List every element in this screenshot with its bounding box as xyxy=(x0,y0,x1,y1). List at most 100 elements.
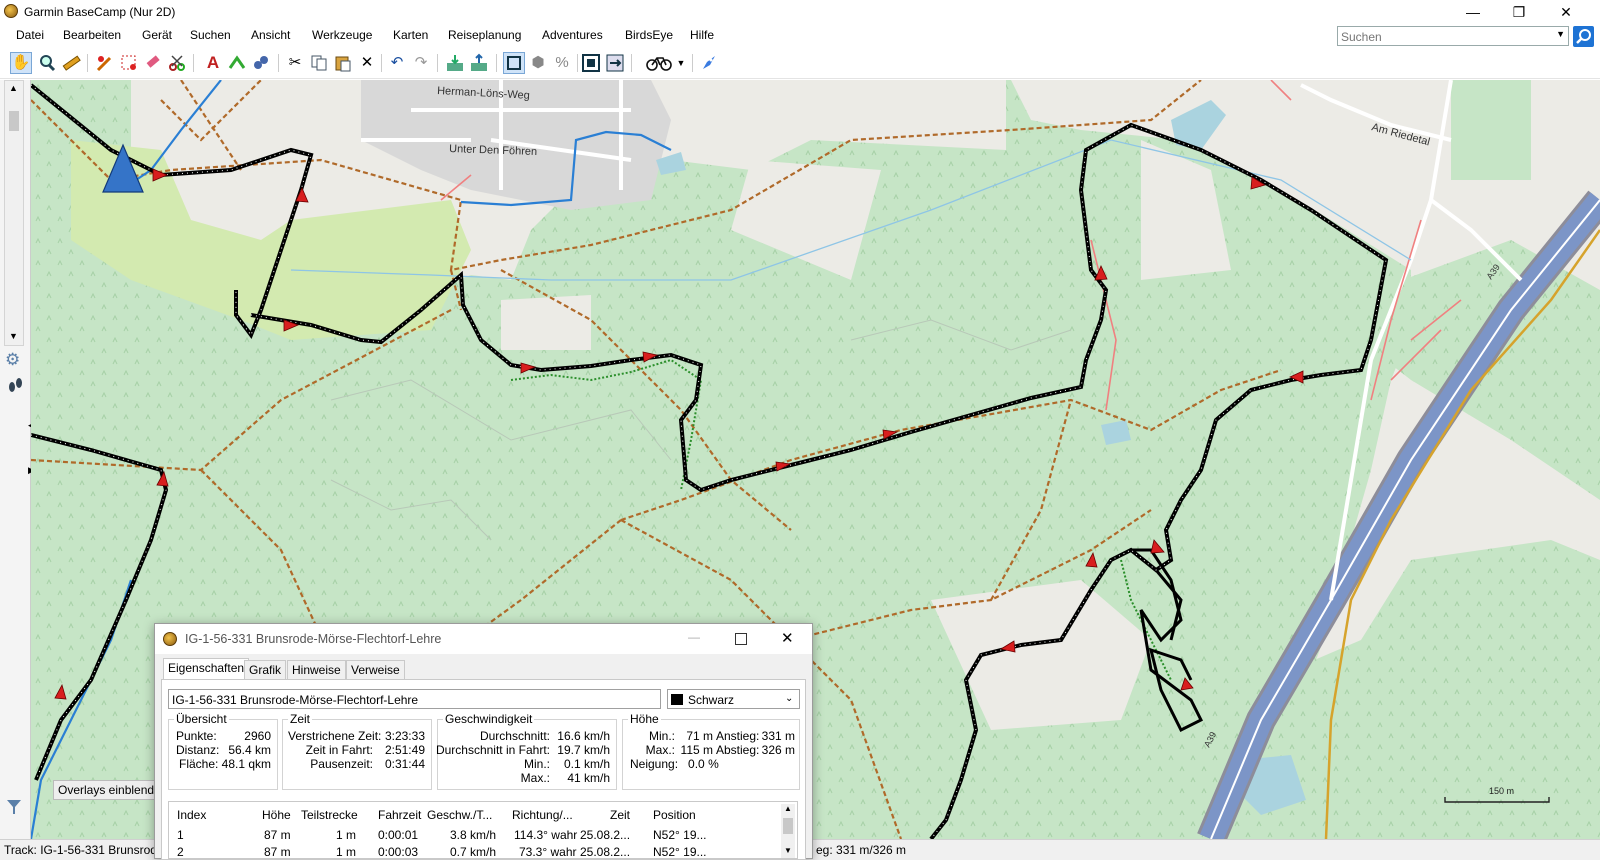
receive-from-device-icon[interactable] xyxy=(444,52,466,74)
color-select[interactable]: Schwarz ⌄ xyxy=(667,689,800,709)
color-swatch xyxy=(671,694,683,705)
table-scroll-thumb[interactable] xyxy=(783,818,793,834)
track-name-field[interactable]: IG-1-56-331 Brunsrode-Mörse-Flechtorf-Le… xyxy=(168,689,661,709)
scroll-up-icon[interactable]: ▲ xyxy=(9,83,18,93)
menu-werkzeuge[interactable]: Werkzeuge xyxy=(312,28,372,42)
search-input[interactable] xyxy=(1338,27,1549,46)
height-grade: Neigung: 0.0 % xyxy=(630,757,719,771)
eraser-icon[interactable] xyxy=(142,52,164,74)
tab-grafik[interactable]: Grafik xyxy=(244,660,287,679)
zoom-icon[interactable] xyxy=(36,52,58,74)
window-title: Garmin BaseCamp (Nur 2D) xyxy=(24,5,176,19)
col-height[interactable]: Höhe xyxy=(262,808,291,822)
paste-icon[interactable] xyxy=(332,52,354,74)
tab-hinweise[interactable]: Hinweise xyxy=(287,660,346,679)
tab-eigenschaften[interactable]: Eigenschaften xyxy=(163,658,250,680)
search-button[interactable] xyxy=(1573,26,1594,47)
status-text: Track: IG-1-56-331 Brunsrod xyxy=(4,843,157,857)
toolbar: ✋ A ✂ ✕ ↶ ↷ ⬢ % ▼ xyxy=(0,48,1600,79)
app-icon xyxy=(4,4,18,18)
3d-view-icon[interactable]: ⬢ xyxy=(527,52,549,74)
measure-icon[interactable] xyxy=(60,52,82,74)
table-scroll-down-icon[interactable]: ▼ xyxy=(784,846,792,855)
col-position[interactable]: Position xyxy=(653,808,696,822)
col-speed[interactable]: Geschw./T... xyxy=(427,808,492,822)
restore-button[interactable]: ❐ xyxy=(1496,0,1542,24)
rocket-icon[interactable] xyxy=(698,52,720,74)
menu-datei[interactable]: Datei xyxy=(16,28,44,42)
search-icon xyxy=(1576,29,1591,44)
trackpoints-table: Index Höhe Teilstrecke Fahrzeit Geschw./… xyxy=(168,801,798,859)
dialog-maximize-button[interactable] xyxy=(735,633,747,645)
settings-gear-icon[interactable]: ⚙ xyxy=(5,350,20,370)
scissors-track-icon[interactable] xyxy=(166,52,188,74)
footprints-icon[interactable] xyxy=(5,376,25,396)
menu-bearbeiten[interactable]: Bearbeiten xyxy=(63,28,121,42)
send-to-device-icon[interactable] xyxy=(468,52,490,74)
redo-icon[interactable]: ↷ xyxy=(410,52,432,74)
chevron-down-icon[interactable]: ⌄ xyxy=(785,693,793,704)
menu-karten[interactable]: Karten xyxy=(393,28,428,42)
overview-distance: Distanz: 56.4 km xyxy=(176,743,271,757)
zoom-scrollbar[interactable]: ▲ ▼ xyxy=(4,80,24,346)
hand-tool-icon[interactable]: ✋ xyxy=(10,52,32,74)
scale-label: 150 m xyxy=(1489,786,1514,796)
profile-dropdown-icon[interactable]: ▼ xyxy=(675,52,687,74)
height-ascent: Anstieg: 331 m xyxy=(716,729,795,743)
overview-area: Fläche: 48.1 qkm xyxy=(179,757,271,771)
menu-birdseye[interactable]: BirdsEye xyxy=(625,28,673,42)
menu-adventures[interactable]: Adventures xyxy=(542,28,603,42)
menu-geraet[interactable]: Gerät xyxy=(142,28,172,42)
dialog-minimize-button[interactable]: — xyxy=(688,630,700,644)
status-elevation: eg: 331 m/326 m xyxy=(816,843,907,857)
link-icon[interactable] xyxy=(250,52,272,74)
scroll-thumb[interactable] xyxy=(9,111,19,131)
table-header: Index Höhe Teilstrecke Fahrzeit Geschw./… xyxy=(169,806,779,824)
dialog-app-icon xyxy=(163,632,177,646)
menu-ansicht[interactable]: Ansicht xyxy=(251,28,290,42)
delete-icon[interactable]: ✕ xyxy=(356,52,378,74)
col-time[interactable]: Zeit xyxy=(610,808,630,822)
menu-suchen[interactable]: Suchen xyxy=(190,28,231,42)
dialog-title: IG-1-56-331 Brunsrode-Mörse-Flechtorf-Le… xyxy=(185,632,442,646)
col-index[interactable]: Index xyxy=(177,808,206,822)
percent-icon[interactable]: % xyxy=(551,52,573,74)
overview-points: Punkte: 2960 xyxy=(176,729,271,743)
text-tool-icon[interactable]: A xyxy=(202,52,224,74)
select-track-icon[interactable] xyxy=(118,52,140,74)
table-row[interactable]: 2 87 m 1 m 0:00:03 0.7 km/h 73.3° wahr 2… xyxy=(169,843,779,858)
search-dropdown-icon[interactable]: ▼ xyxy=(1556,29,1565,39)
cut-icon[interactable]: ✂ xyxy=(284,52,306,74)
filter-icon[interactable] xyxy=(5,798,23,816)
table-scrollbar[interactable]: ▲ ▼ xyxy=(781,804,795,858)
time-elapsed: Verstrichene Zeit: 3:23:33 xyxy=(288,729,425,743)
col-segment[interactable]: Teilstrecke xyxy=(301,808,358,822)
dialog-titlebar: IG-1-56-331 Brunsrode-Mörse-Flechtorf-Le… xyxy=(155,624,812,654)
tab-verweise[interactable]: Verweise xyxy=(346,660,405,679)
left-pane: ▲ ▼ ⚙ ◀ ▶ xyxy=(0,80,35,839)
menu-reiseplanung[interactable]: Reiseplanung xyxy=(448,28,521,42)
col-moving-time[interactable]: Fahrzeit xyxy=(378,808,421,822)
minimize-button[interactable]: — xyxy=(1450,0,1496,24)
scroll-down-icon[interactable]: ▼ xyxy=(9,331,18,341)
bicycle-profile-icon[interactable] xyxy=(643,52,675,74)
sync-icon[interactable] xyxy=(604,52,626,74)
menu-hilfe[interactable]: Hilfe xyxy=(690,28,714,42)
table-row[interactable]: 1 87 m 1 m 0:00:01 3.8 km/h 114.3° wahr … xyxy=(169,826,779,844)
dialog-close-button[interactable]: ✕ xyxy=(781,629,794,647)
speed-legend: Geschwindigkeit xyxy=(445,712,533,726)
time-legend: Zeit xyxy=(290,712,311,726)
undo-icon[interactable]: ↶ xyxy=(386,52,408,74)
2d-view-icon[interactable] xyxy=(503,52,525,74)
close-button[interactable]: ✕ xyxy=(1543,0,1589,24)
search-box[interactable]: ▼ xyxy=(1337,26,1569,46)
table-scroll-up-icon[interactable]: ▲ xyxy=(784,804,792,813)
height-legend: Höhe xyxy=(630,712,659,726)
copy-icon[interactable] xyxy=(308,52,330,74)
zoom-fit-icon[interactable] xyxy=(580,52,602,74)
height-descent: Abstieg: 326 m xyxy=(716,743,795,757)
col-direction[interactable]: Richtung/... xyxy=(512,808,573,822)
new-track-icon[interactable] xyxy=(94,52,116,74)
route-icon[interactable] xyxy=(226,52,248,74)
title-bar: Garmin BaseCamp (Nur 2D) — ❐ ✕ xyxy=(0,0,1600,24)
